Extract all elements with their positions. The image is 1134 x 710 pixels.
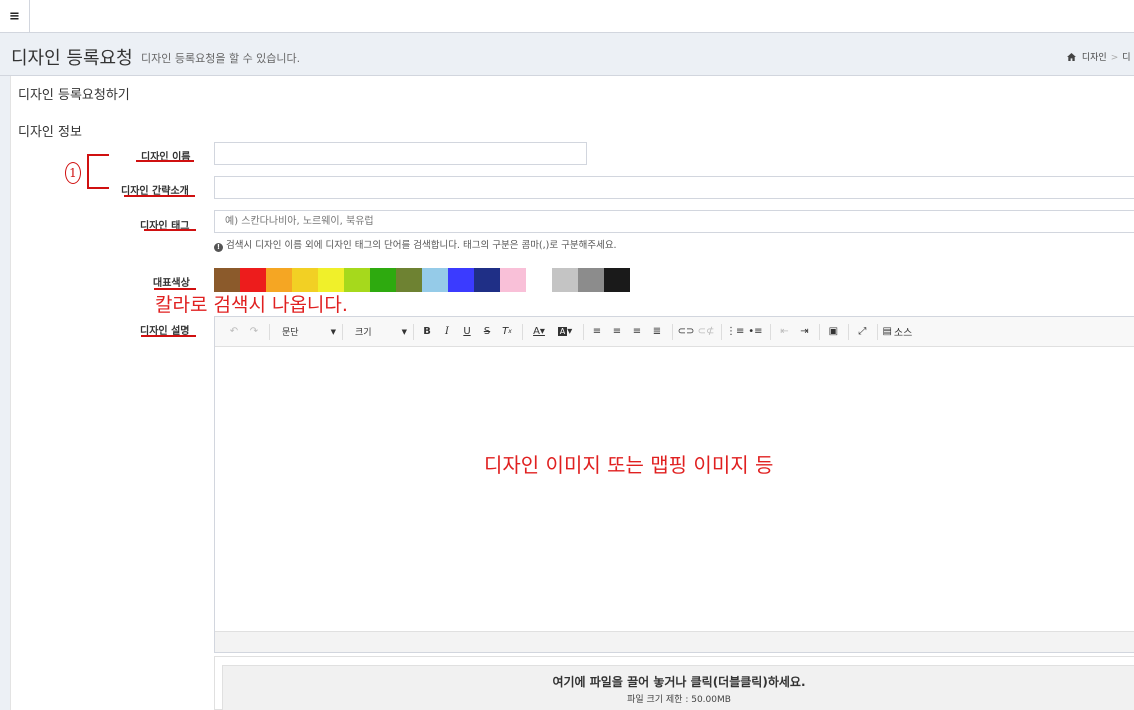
- color-swatch[interactable]: [604, 268, 630, 292]
- color-swatch[interactable]: [266, 268, 292, 292]
- file-dropzone[interactable]: 여기에 파일을 끌어 놓거나 클릭(더블클릭)하세요. 파일 크기 제한 : 5…: [222, 665, 1134, 710]
- tag-help-text: ! 검색시 디자인 이름 외에 디자인 태그의 단어를 검색합니다. 태그의 구…: [214, 237, 617, 252]
- underline-icon[interactable]: U: [458, 323, 476, 341]
- italic-icon[interactable]: I: [438, 323, 456, 341]
- paragraph-format-select[interactable]: 문단 ▼: [274, 323, 338, 341]
- breadcrumb-separator-icon: >: [1110, 53, 1119, 63]
- editor-annotation-note: 디자인 이미지 또는 맵핑 이미지 등: [484, 453, 774, 477]
- annotation-bracket: [87, 154, 109, 189]
- color-swatch[interactable]: [552, 268, 578, 292]
- color-swatch[interactable]: [240, 268, 266, 292]
- toolbar-divider: [522, 323, 523, 340]
- align-center-icon[interactable]: ≡: [608, 323, 626, 341]
- box-title: 디자인 등록요청하기: [18, 88, 130, 103]
- color-swatch[interactable]: [396, 268, 422, 292]
- align-right-icon[interactable]: ≡: [628, 323, 646, 341]
- indent-icon[interactable]: ⇥: [795, 323, 813, 341]
- background-color-icon[interactable]: A ▾: [553, 323, 577, 341]
- color-swatch[interactable]: [526, 268, 552, 292]
- toolbar-divider: [770, 323, 772, 340]
- page-title: 디자인 등록요청: [11, 48, 133, 69]
- align-left-icon[interactable]: ≡: [588, 323, 606, 341]
- page-subtitle: 디자인 등록요청을 할 수 있습니다.: [141, 52, 301, 65]
- color-swatch[interactable]: [292, 268, 318, 292]
- toolbar-divider: [342, 323, 343, 340]
- content-box: 디자인 등록요청하기 디자인 정보 1 디자인 이름 디자인 간략소개 디자인 …: [10, 76, 1134, 710]
- design-tag-input[interactable]: [214, 210, 1134, 233]
- breadcrumb: 디자인 > 디: [1067, 50, 1131, 63]
- design-intro-input[interactable]: [214, 176, 1134, 199]
- toolbar-divider: [721, 323, 722, 340]
- undo-icon[interactable]: ↶: [225, 323, 243, 341]
- page-header: 디자인 등록요청 디자인 등록요청을 할 수 있습니다. 디자인 > 디: [0, 34, 1134, 76]
- color-annotation-note: 칼라로 검색시 나옵니다.: [155, 294, 348, 316]
- section-title: 디자인 정보: [18, 125, 82, 140]
- toolbar-divider: [413, 323, 414, 340]
- redo-icon[interactable]: ↷: [245, 323, 263, 341]
- toolbar-divider: [848, 323, 850, 340]
- unlink-icon[interactable]: ⊂⊄: [697, 323, 715, 341]
- toolbar-divider: [819, 323, 821, 340]
- home-icon[interactable]: [1067, 53, 1079, 63]
- editor-status-bar: [215, 631, 1134, 652]
- font-size-select[interactable]: 크기 ▼: [347, 323, 409, 341]
- toolbar-divider: [672, 323, 673, 340]
- toolbar-divider: [269, 323, 270, 340]
- toolbar-divider: [877, 323, 879, 340]
- color-swatch[interactable]: [422, 268, 448, 292]
- editor-toolbar: ↶ ↷ 문단 ▼ 크기 ▼ B I U S Tx A▾ A ▾ ≡ ≡ ≡ ≣ ⊂⊃ …: [215, 317, 1134, 347]
- color-swatch[interactable]: [370, 268, 396, 292]
- rich-text-editor: ↶ ↷ 문단 ▼ 크기 ▼ B I U S Tx A▾ A ▾ ≡ ≡ ≡ ≣ ⊂⊃ …: [214, 316, 1134, 653]
- align-justify-icon[interactable]: ≣: [648, 323, 666, 341]
- file-upload-panel: 여기에 파일을 끌어 놓거나 클릭(더블클릭)하세요. 파일 크기 제한 : 5…: [214, 656, 1134, 710]
- color-swatch[interactable]: [500, 268, 526, 292]
- maximize-icon[interactable]: ⤢: [853, 323, 871, 341]
- text-color-icon[interactable]: A▾: [527, 323, 551, 341]
- design-name-input[interactable]: [214, 142, 587, 165]
- color-swatch-list: [214, 268, 630, 292]
- color-swatch[interactable]: [318, 268, 344, 292]
- color-swatch[interactable]: [578, 268, 604, 292]
- source-button[interactable]: ▤ 소스: [882, 323, 912, 341]
- dropzone-title: 여기에 파일을 끌어 놓거나 클릭(더블클릭)하세요.: [552, 675, 806, 689]
- caret-down-icon: ▼: [401, 327, 407, 336]
- hamburger-menu-icon[interactable]: ≡: [0, 0, 30, 33]
- remove-format-icon[interactable]: Tx: [498, 323, 516, 341]
- breadcrumb-item[interactable]: 디: [1122, 53, 1130, 63]
- annotation-underline: [141, 335, 196, 337]
- annotation-underline: [124, 195, 195, 197]
- annotation-underline: [144, 229, 196, 231]
- toolbar-divider: [583, 323, 584, 340]
- editor-content-area[interactable]: 디자인 이미지 또는 맵핑 이미지 등: [215, 347, 1134, 631]
- color-swatch[interactable]: [214, 268, 240, 292]
- color-label: 대표색상: [153, 278, 190, 289]
- caret-down-icon: ▼: [330, 327, 336, 336]
- color-swatch[interactable]: [344, 268, 370, 292]
- bold-icon[interactable]: B: [418, 323, 436, 341]
- strikethrough-icon[interactable]: S: [478, 323, 496, 341]
- annotation-circle-number: 1: [65, 162, 81, 184]
- color-swatch[interactable]: [474, 268, 500, 292]
- numbered-list-icon[interactable]: ⋮≡: [726, 323, 744, 341]
- top-navbar: ≡: [0, 0, 1134, 33]
- info-icon: !: [214, 243, 223, 252]
- color-swatch[interactable]: [448, 268, 474, 292]
- link-icon[interactable]: ⊂⊃: [677, 323, 695, 341]
- breadcrumb-item[interactable]: 디자인: [1082, 53, 1107, 63]
- outdent-icon[interactable]: ⇤: [775, 323, 793, 341]
- source-icon: ▤: [882, 326, 892, 337]
- image-icon[interactable]: ▣: [824, 323, 842, 341]
- dropzone-size-limit: 파일 크기 제한 : 50.00MB: [627, 695, 731, 705]
- annotation-underline: [136, 160, 194, 162]
- bulleted-list-icon[interactable]: •≡: [746, 323, 764, 341]
